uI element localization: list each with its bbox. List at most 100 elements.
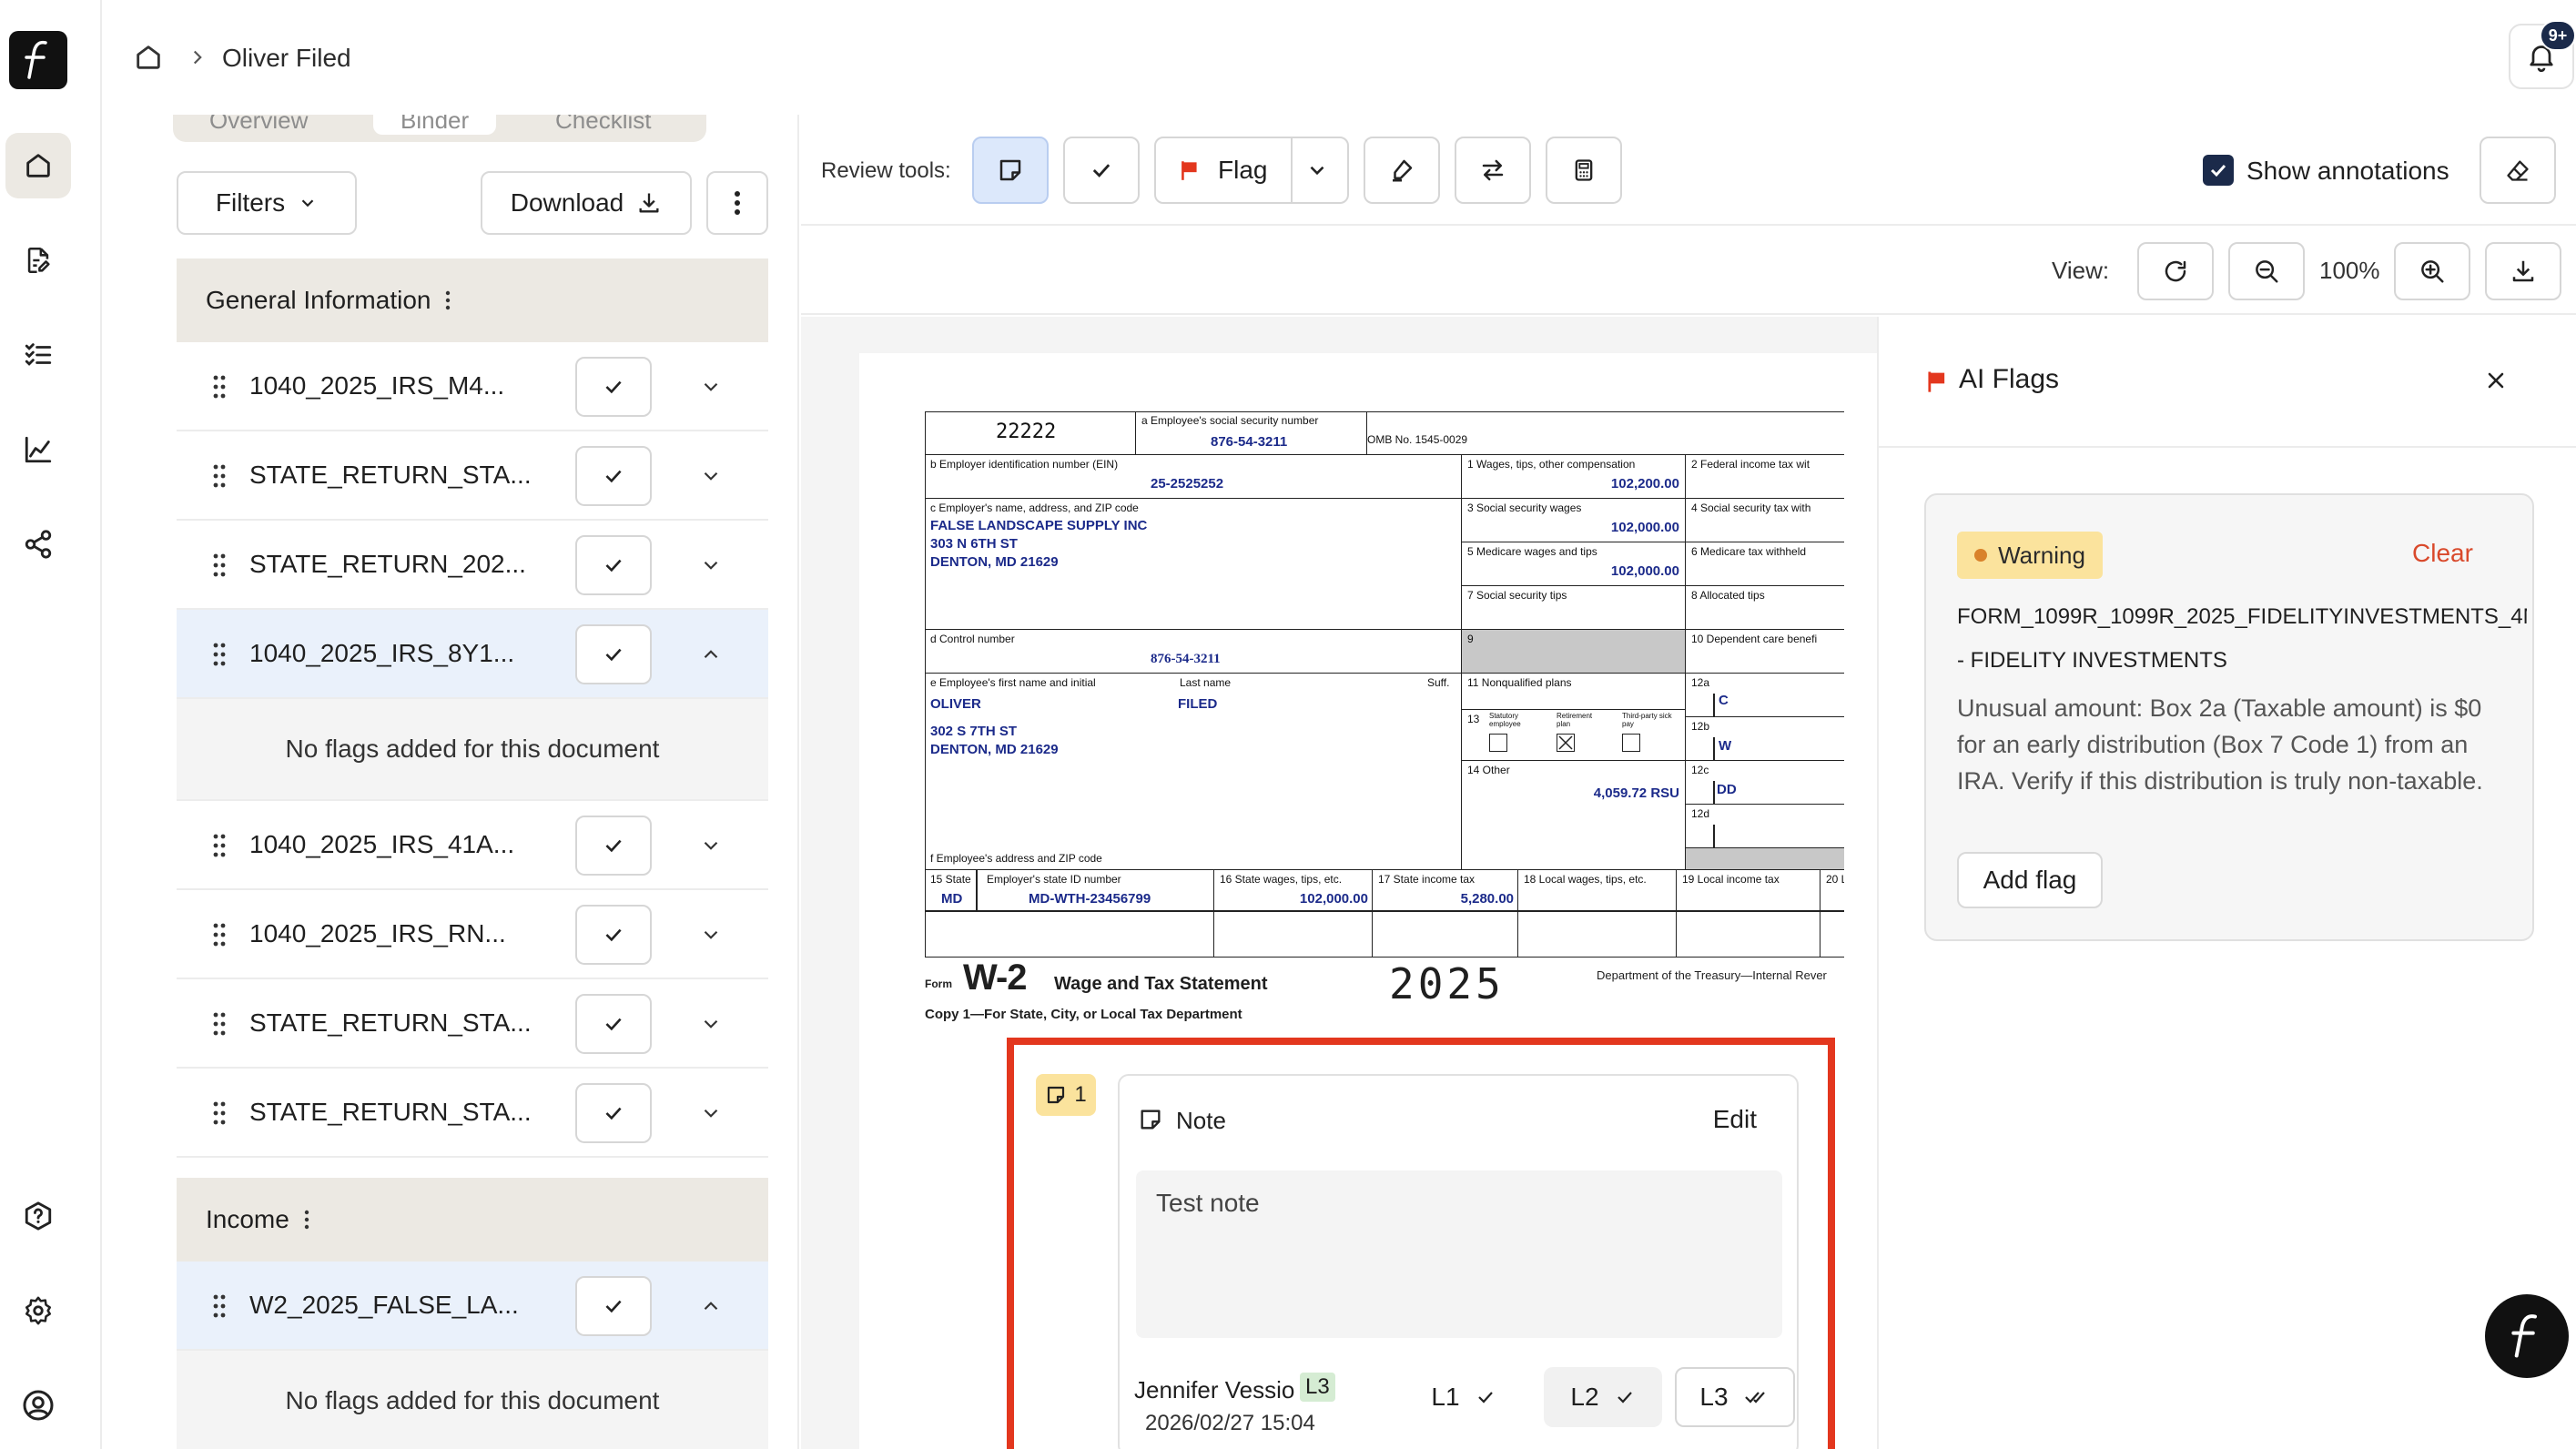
annotation-marker[interactable]: 1 xyxy=(1036,1074,1096,1116)
drag-handle-icon[interactable] xyxy=(213,375,226,399)
w2-ein-label: b Employer identification number (EIN) xyxy=(930,458,1119,471)
document-name[interactable]: STATE_RETURN_STA... xyxy=(249,1008,532,1038)
level-l2-button[interactable]: L2 xyxy=(1544,1367,1662,1427)
section-header-income[interactable]: Income xyxy=(177,1178,768,1262)
chevron-down-icon[interactable] xyxy=(1305,158,1329,182)
document-row[interactable]: 1040_2025_IRS_41A... xyxy=(177,801,768,890)
more-vertical-icon[interactable] xyxy=(445,289,451,311)
rotate-button[interactable] xyxy=(2137,242,2214,300)
review-check-button[interactable] xyxy=(575,446,652,506)
document-name[interactable]: W2_2025_FALSE_LA... xyxy=(249,1291,519,1320)
review-tools-label: Review tools: xyxy=(821,158,951,183)
chevron-down-icon[interactable] xyxy=(699,553,723,577)
calculator-tool-button[interactable] xyxy=(1546,137,1622,204)
w2-box11-cell: 11 Nonqualified plans xyxy=(1462,674,1686,710)
zoom-in-button[interactable] xyxy=(2394,242,2470,300)
chevron-up-icon[interactable] xyxy=(699,643,723,666)
w2-state: MD xyxy=(941,891,963,907)
app-logo[interactable] xyxy=(9,31,67,89)
more-vertical-icon[interactable] xyxy=(304,1209,309,1231)
drag-handle-icon[interactable] xyxy=(213,464,226,488)
drag-handle-icon[interactable] xyxy=(213,834,226,857)
zoom-out-button[interactable] xyxy=(2228,242,2305,300)
tab-binder[interactable]: Binder xyxy=(373,115,497,135)
level-l1-button[interactable]: L1 xyxy=(1418,1367,1509,1427)
level-l3-button[interactable]: L3 xyxy=(1675,1367,1795,1427)
w2-employee-last: FILED xyxy=(1178,696,1218,712)
check-tool-button[interactable] xyxy=(1063,137,1140,204)
chevron-down-icon[interactable] xyxy=(699,1012,723,1036)
w2-state-row-divider xyxy=(925,910,1844,912)
section-header-general-information[interactable]: General Information xyxy=(177,258,768,342)
review-check-button[interactable] xyxy=(575,535,652,595)
document-name[interactable]: STATE_RETURN_202... xyxy=(249,550,526,579)
view-label: View: xyxy=(2052,257,2110,284)
document-row-expanded[interactable]: 1040_2025_IRS_8Y1... xyxy=(177,610,768,699)
document-name[interactable]: 1040_2025_IRS_41A... xyxy=(249,830,514,859)
highlight-tool-button[interactable] xyxy=(1364,137,1440,204)
chevron-down-icon[interactable] xyxy=(699,834,723,857)
review-check-button[interactable] xyxy=(575,1276,652,1336)
show-annotations-checkbox[interactable] xyxy=(2203,155,2234,186)
drag-handle-icon[interactable] xyxy=(213,553,226,577)
nav-home[interactable] xyxy=(5,133,71,198)
tab-overview[interactable]: Overview xyxy=(209,115,308,135)
review-check-button[interactable] xyxy=(575,624,652,684)
review-check-button[interactable] xyxy=(575,905,652,965)
drag-handle-icon[interactable] xyxy=(213,643,226,666)
chevron-up-icon[interactable] xyxy=(699,1294,723,1318)
swap-tool-button[interactable] xyxy=(1455,137,1531,204)
document-name[interactable]: 1040_2025_IRS_8Y1... xyxy=(249,639,514,668)
document-name[interactable]: STATE_RETURN_STA... xyxy=(249,1098,532,1127)
document-row[interactable]: 1040_2025_IRS_M4... xyxy=(177,342,768,431)
download-button[interactable]: Download xyxy=(481,171,692,235)
filters-button[interactable]: Filters xyxy=(177,171,357,235)
document-name[interactable]: STATE_RETURN_STA... xyxy=(249,461,532,490)
note-tool-button[interactable] xyxy=(972,137,1049,204)
drag-handle-icon[interactable] xyxy=(213,1101,226,1125)
note-title: Note xyxy=(1176,1107,1226,1134)
document-row[interactable]: STATE_RETURN_STA... xyxy=(177,431,768,521)
review-check-button[interactable] xyxy=(575,1083,652,1143)
assistant-fab-button[interactable] xyxy=(2485,1294,2569,1378)
chevron-down-icon[interactable] xyxy=(699,375,723,399)
drag-handle-icon[interactable] xyxy=(213,923,226,947)
breadcrumb-home-icon[interactable] xyxy=(133,42,164,73)
chevron-down-icon[interactable] xyxy=(699,923,723,947)
nav-help[interactable] xyxy=(5,1183,71,1249)
document-row[interactable]: STATE_RETURN_STA... xyxy=(177,979,768,1069)
note-edit-button[interactable]: Edit xyxy=(1713,1105,1757,1134)
more-options-button[interactable] xyxy=(706,171,768,235)
nav-settings[interactable] xyxy=(5,1278,71,1343)
nav-documents[interactable] xyxy=(5,228,71,293)
flag-tool-button[interactable]: Flag xyxy=(1154,137,1349,204)
nav-profile[interactable] xyxy=(5,1373,71,1438)
clear-flag-button[interactable]: Clear xyxy=(2412,539,2473,568)
chevron-down-icon[interactable] xyxy=(699,464,723,488)
document-name[interactable]: 1040_2025_IRS_RN... xyxy=(249,919,506,948)
breadcrumb-client-name[interactable]: Oliver Filed xyxy=(222,44,351,73)
drag-handle-icon[interactable] xyxy=(213,1294,226,1318)
review-check-button[interactable] xyxy=(575,816,652,876)
close-icon[interactable] xyxy=(2483,368,2509,393)
chevron-right-icon xyxy=(193,50,202,65)
nav-analytics[interactable] xyxy=(5,417,71,482)
nav-share[interactable] xyxy=(5,512,71,577)
tab-checklist[interactable]: Checklist xyxy=(555,115,651,135)
nav-checklist[interactable] xyxy=(5,322,71,388)
document-row[interactable]: 1040_2025_IRS_RN... xyxy=(177,890,768,979)
w2-box12a-divider xyxy=(1713,694,1715,716)
chevron-down-icon[interactable] xyxy=(699,1101,723,1125)
review-check-button[interactable] xyxy=(575,357,652,417)
review-check-button[interactable] xyxy=(575,994,652,1054)
document-name[interactable]: 1040_2025_IRS_M4... xyxy=(249,371,504,400)
zoom-in-icon xyxy=(2421,260,2444,283)
document-row[interactable]: STATE_RETURN_202... xyxy=(177,521,768,610)
drag-handle-icon[interactable] xyxy=(213,1012,226,1036)
eraser-button[interactable] xyxy=(2480,137,2556,204)
document-row[interactable]: STATE_RETURN_STA... xyxy=(177,1069,768,1158)
download-document-button[interactable] xyxy=(2485,242,2561,300)
document-row-expanded[interactable]: W2_2025_FALSE_LA... xyxy=(177,1262,768,1351)
show-annotations-label[interactable]: Show annotations xyxy=(2246,157,2449,186)
add-flag-button[interactable]: Add flag xyxy=(1957,852,2103,908)
